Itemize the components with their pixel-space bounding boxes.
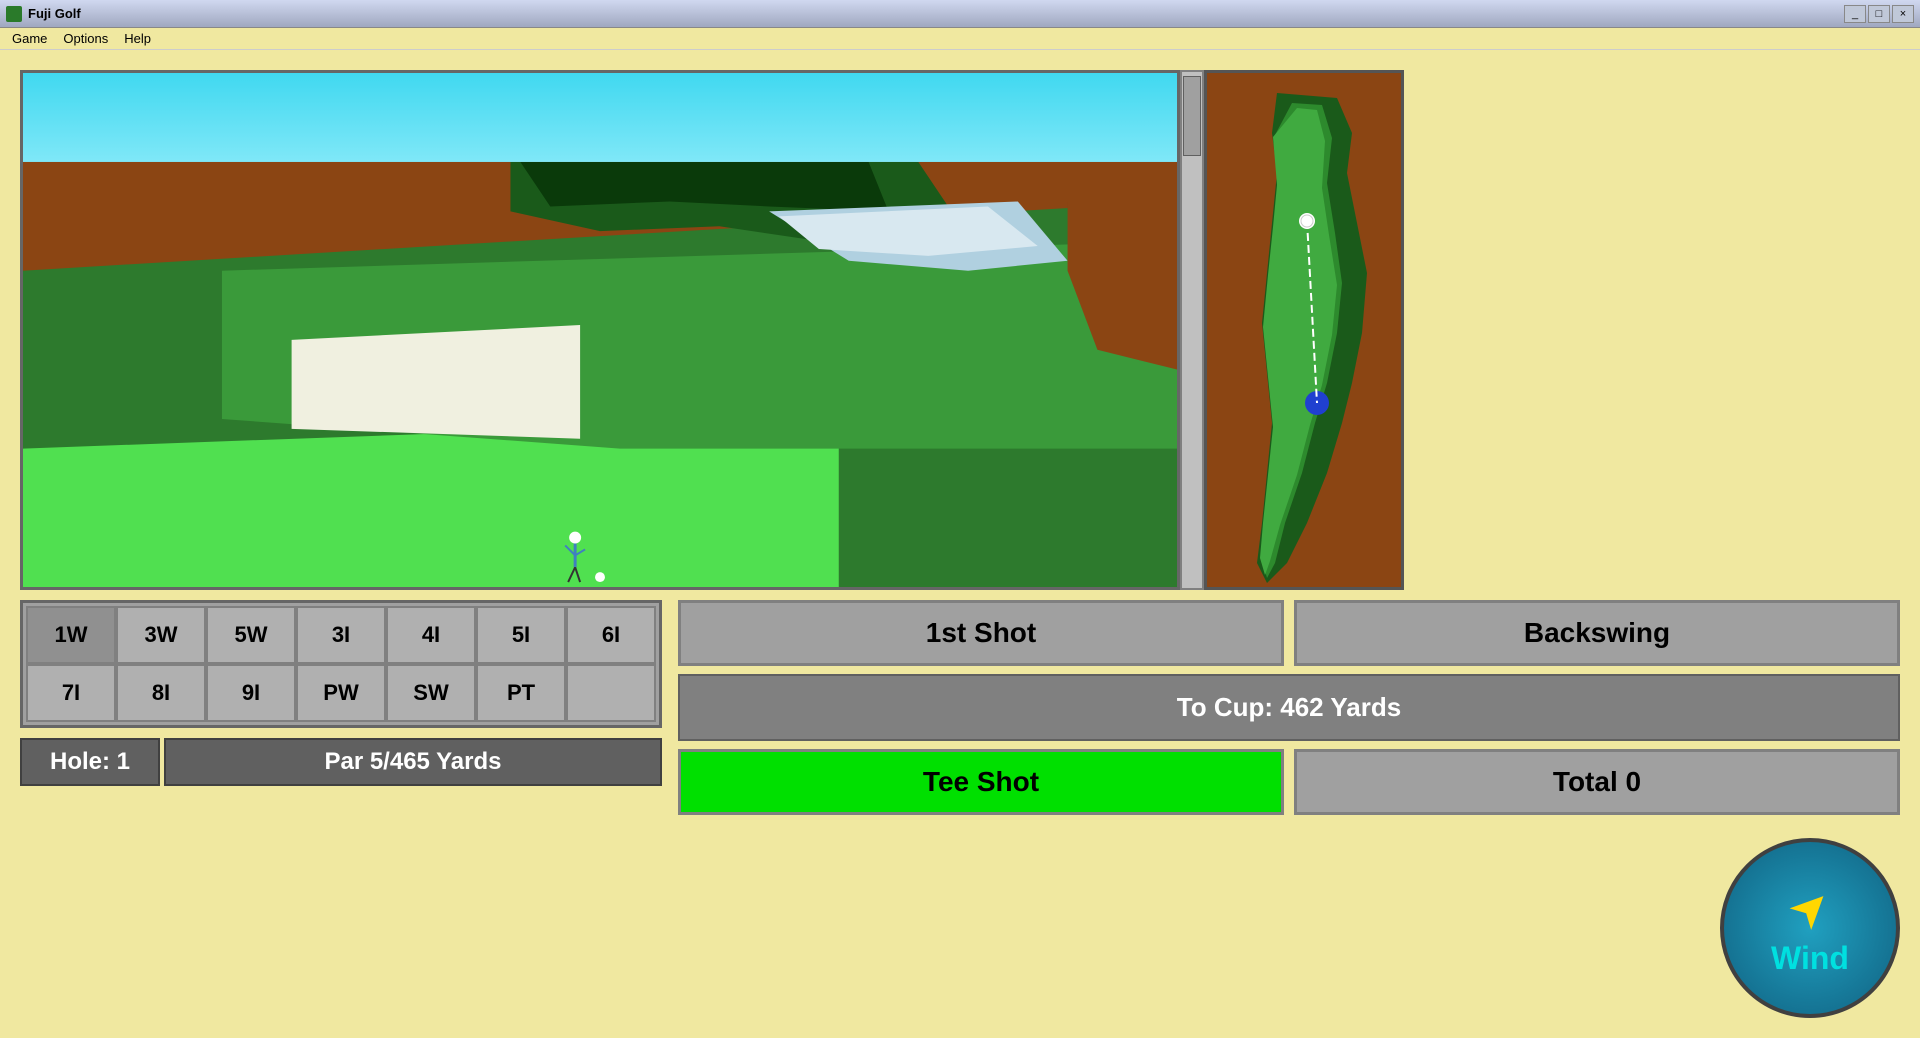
scrollbar[interactable] xyxy=(1180,70,1204,590)
club-sw[interactable]: SW xyxy=(386,664,476,722)
club-pt[interactable]: PT xyxy=(476,664,566,722)
club-9i[interactable]: 9I xyxy=(206,664,296,722)
titlebar: Fuji Golf _ □ × xyxy=(0,0,1920,28)
tee-shot-button[interactable]: Tee Shot xyxy=(678,749,1284,815)
club-row-1: 1W 3W 5W 3I 4I 5I 6I xyxy=(26,606,656,664)
club-row-2: 7I 8I 9I PW SW PT xyxy=(26,664,656,722)
first-shot-button[interactable]: 1st Shot xyxy=(678,600,1284,666)
menubar: Game Options Help xyxy=(0,28,1920,50)
close-button[interactable]: × xyxy=(1892,5,1914,23)
club-pw[interactable]: PW xyxy=(296,664,386,722)
to-cup-display: To Cup: 462 Yards xyxy=(678,674,1900,741)
wind-indicator: ➤ Wind xyxy=(1720,838,1900,1018)
scrollbar-thumb[interactable] xyxy=(1183,76,1201,156)
window-title: Fuji Golf xyxy=(28,6,1844,21)
club-3i[interactable]: 3I xyxy=(296,606,386,664)
wind-arrow-icon: ➤ xyxy=(1776,873,1844,941)
left-controls: 1W 3W 5W 3I 4I 5I 6I 7I 8I 9I PW SW xyxy=(20,600,662,815)
menu-options[interactable]: Options xyxy=(55,29,116,48)
minimap-svg xyxy=(1207,73,1404,590)
wind-label: Wind xyxy=(1771,940,1849,977)
minimap xyxy=(1204,70,1404,590)
club-5i[interactable]: 5I xyxy=(476,606,566,664)
menu-game[interactable]: Game xyxy=(4,29,55,48)
club-8i[interactable]: 8I xyxy=(116,664,206,722)
hole-info: Hole: 1 Par 5/465 Yards xyxy=(20,738,662,786)
total-display: Total 0 xyxy=(1294,749,1900,815)
club-3w[interactable]: 3W xyxy=(116,606,206,664)
hole-label: Hole: 1 xyxy=(20,738,160,786)
club-4i[interactable]: 4I xyxy=(386,606,476,664)
club-5w[interactable]: 5W xyxy=(206,606,296,664)
left-area: 1W 3W 5W 3I 4I 5I 6I 7I 8I 9I PW SW xyxy=(20,70,1900,1018)
club-7i[interactable]: 7I xyxy=(26,664,116,722)
course-svg xyxy=(23,73,1177,587)
game-viewport[interactable] xyxy=(20,70,1180,590)
main-content: 1W 3W 5W 3I 4I 5I 6I 7I 8I 9I PW SW xyxy=(0,50,1920,1038)
app-icon xyxy=(6,6,22,22)
backswing-button[interactable]: Backswing xyxy=(1294,600,1900,666)
window-controls: _ □ × xyxy=(1844,5,1914,23)
controls-row: 1W 3W 5W 3I 4I 5I 6I 7I 8I 9I PW SW xyxy=(20,600,1900,815)
maximize-button[interactable]: □ xyxy=(1868,5,1890,23)
club-1w[interactable]: 1W xyxy=(26,606,116,664)
shot-row-1: 1st Shot Backswing xyxy=(678,600,1900,666)
minimize-button[interactable]: _ xyxy=(1844,5,1866,23)
club-6i[interactable]: 6I xyxy=(566,606,656,664)
club-grid: 1W 3W 5W 3I 4I 5I 6I 7I 8I 9I PW SW xyxy=(20,600,662,728)
menu-help[interactable]: Help xyxy=(116,29,159,48)
club-empty xyxy=(566,664,656,722)
par-label: Par 5/465 Yards xyxy=(164,738,662,786)
shot-row-2: Tee Shot Total 0 xyxy=(678,749,1900,815)
right-controls: 1st Shot Backswing To Cup: 462 Yards Tee… xyxy=(678,600,1900,815)
